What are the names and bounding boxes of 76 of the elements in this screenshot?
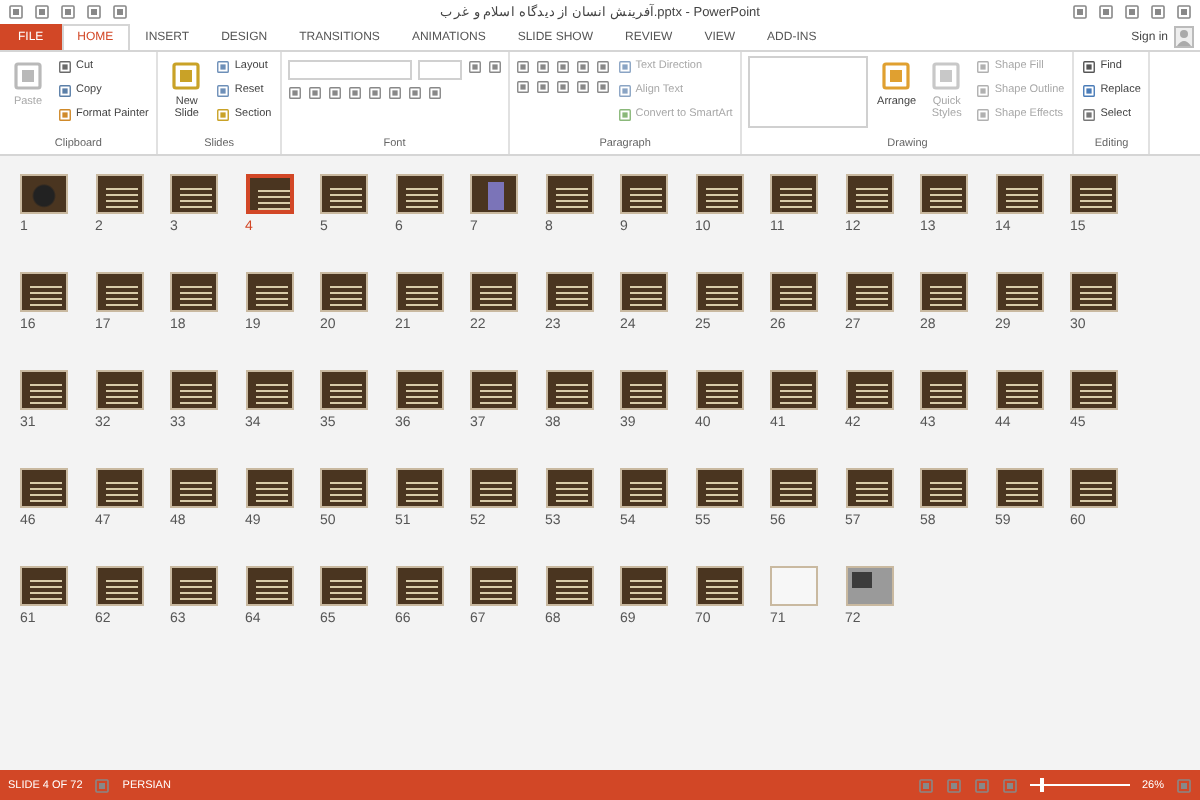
slide-thumbnail[interactable] [770,272,818,312]
font-name-field[interactable] [287,60,412,80]
slide-thumbnail[interactable] [395,370,443,410]
slide-thumbnail[interactable] [620,174,668,214]
slide-thumbnail[interactable] [170,468,218,508]
slide-thumbnail[interactable] [545,272,593,312]
slide-thumbnail[interactable] [620,272,668,312]
slide-thumbnail[interactable] [545,370,593,410]
slide-thumbnail[interactable] [1070,272,1118,312]
slide-thumbnail[interactable] [1070,370,1118,410]
slide-thumbnail[interactable] [920,370,968,410]
slide-thumbnail[interactable] [320,468,368,508]
slide-thumbnail[interactable] [995,468,1043,508]
slide-thumbnail[interactable] [845,566,893,606]
slide-thumbnail[interactable] [395,174,443,214]
slide-thumbnail[interactable] [845,174,893,214]
slide-thumbnail[interactable] [695,566,743,606]
slide-thumbnail[interactable] [620,468,668,508]
slide-thumbnail[interactable] [545,468,593,508]
slide-thumbnail[interactable] [20,174,68,214]
slide-thumbnail[interactable] [245,370,293,410]
slide-thumbnail[interactable] [20,468,68,508]
slide-thumbnail[interactable] [770,370,818,410]
slide-thumbnail[interactable] [920,174,968,214]
slide-thumbnail[interactable] [470,174,518,214]
slide-thumbnail[interactable] [95,566,143,606]
slide-thumbnail[interactable] [470,272,518,312]
slide-thumbnail[interactable] [920,468,968,508]
slide-thumbnail[interactable] [245,468,293,508]
slide-thumbnail[interactable] [395,272,443,312]
slide-thumbnail[interactable] [470,370,518,410]
slide-thumbnail[interactable] [95,174,143,214]
slide-thumbnail[interactable] [470,468,518,508]
slide-thumbnail[interactable] [170,272,218,312]
user-silhouette-icon [1174,26,1194,48]
slide-thumbnail[interactable] [920,272,968,312]
slide-thumbnail[interactable] [845,370,893,410]
slide-thumbnail[interactable] [695,174,743,214]
slide-thumbnail[interactable] [845,272,893,312]
zoom-slider-thumb[interactable] [1039,778,1044,792]
slide-thumbnail[interactable] [320,370,368,410]
slide-thumbnail[interactable] [95,468,143,508]
slide-thumbnail[interactable] [845,468,893,508]
slide-thumbnail[interactable] [320,272,368,312]
slide-thumbnail[interactable] [95,272,143,312]
font-size-field[interactable] [417,60,462,80]
slide-thumbnail[interactable] [620,370,668,410]
slide-thumbnail[interactable] [1070,174,1118,214]
slide-thumbnail[interactable] [1070,468,1118,508]
slide-thumbnail[interactable] [995,370,1043,410]
slide-thumbnail[interactable] [170,370,218,410]
slide-thumbnail[interactable] [770,468,818,508]
slide-thumbnail[interactable] [95,370,143,410]
slide-thumbnail[interactable] [245,566,293,606]
slide-thumbnail[interactable] [770,566,818,606]
slide-thumbnail[interactable] [545,174,593,214]
slide-thumbnail[interactable] [695,272,743,312]
slide-thumbnail[interactable] [320,566,368,606]
slide-thumbnail[interactable] [995,174,1043,214]
slide-thumbnail[interactable] [20,370,68,410]
slide-thumbnail[interactable] [395,566,443,606]
slide-thumbnail[interactable] [20,272,68,312]
slide-thumbnail[interactable] [20,566,68,606]
slide-thumbnail[interactable] [245,174,293,214]
slide-thumbnail[interactable] [695,370,743,410]
slide-thumbnail[interactable] [995,272,1043,312]
slide-thumbnail[interactable] [320,174,368,214]
slide-thumbnail[interactable] [620,566,668,606]
slide-thumbnail[interactable] [770,174,818,214]
slide-thumbnail[interactable] [545,566,593,606]
slide-thumbnail[interactable] [395,468,443,508]
slide-thumbnail[interactable] [470,566,518,606]
slide-thumbnail[interactable] [170,566,218,606]
slide-thumbnail[interactable] [695,468,743,508]
slide-thumbnail[interactable] [170,174,218,214]
slide-thumbnail[interactable] [245,272,293,312]
